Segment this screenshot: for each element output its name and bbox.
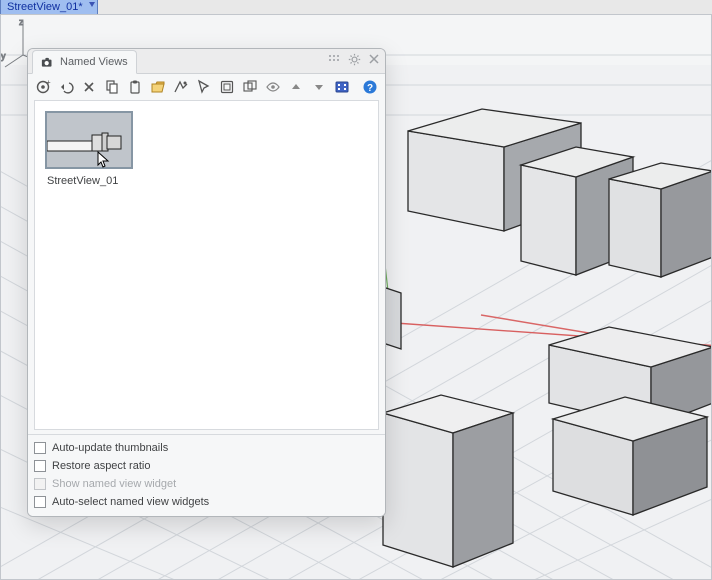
open-folder-button[interactable] [147, 76, 169, 98]
option-auto-update[interactable]: Auto-update thumbnails [34, 439, 379, 456]
undock-grip-icon[interactable] [327, 53, 341, 67]
viewport-name-tab[interactable]: StreetView_01* [0, 0, 98, 15]
help-button[interactable]: ? [359, 76, 381, 98]
move-up-button[interactable] [285, 76, 307, 98]
named-views-list[interactable]: StreetView_01 [34, 100, 379, 430]
visibility-button[interactable] [262, 76, 284, 98]
camera-icon [41, 57, 55, 67]
duplicate-button[interactable] [239, 76, 261, 98]
option-label: Restore aspect ratio [52, 460, 150, 472]
option-label: Auto-update thumbnails [52, 442, 168, 454]
named-view-thumbnail[interactable] [45, 111, 133, 169]
svg-text:+: + [46, 79, 51, 87]
paste-button[interactable] [124, 76, 146, 98]
select-button[interactable] [193, 76, 215, 98]
thumbnail-mode-button[interactable] [331, 76, 353, 98]
new-view-button[interactable]: + [32, 76, 54, 98]
panel-tab-named-views[interactable]: Named Views [32, 50, 137, 74]
cursor-icon [97, 151, 111, 169]
option-label: Auto-select named view widgets [52, 496, 209, 508]
named-view-label: StreetView_01 [45, 175, 153, 187]
undo-button[interactable] [55, 76, 77, 98]
panel-title: Named Views [60, 56, 128, 68]
checkbox-icon[interactable] [34, 496, 46, 508]
option-auto-select-widget[interactable]: Auto-select named view widgets [34, 493, 379, 510]
option-show-widget: Show named view widget [34, 475, 379, 492]
chevron-down-icon [89, 2, 95, 7]
checkbox-icon [34, 478, 46, 490]
copy-button[interactable] [101, 76, 123, 98]
delete-button[interactable] [78, 76, 100, 98]
named-view-item[interactable]: StreetView_01 [45, 111, 153, 187]
option-label: Show named view widget [52, 478, 176, 490]
close-icon[interactable] [367, 53, 381, 67]
panel-titlebar[interactable]: Named Views [28, 49, 385, 74]
save-thumbnail-button[interactable] [216, 76, 238, 98]
named-views-panel: Named Views + [27, 48, 386, 517]
viewport-name-label: StreetView_01* [7, 1, 83, 13]
checkbox-icon[interactable] [34, 442, 46, 454]
panel-options: Auto-update thumbnails Restore aspect ra… [28, 434, 385, 516]
move-down-button[interactable] [308, 76, 330, 98]
checkbox-icon[interactable] [34, 460, 46, 472]
panel-toolbar: + [28, 74, 385, 100]
update-view-button[interactable] [170, 76, 192, 98]
svg-text:?: ? [367, 83, 373, 94]
gear-icon[interactable] [347, 53, 361, 67]
option-restore-aspect[interactable]: Restore aspect ratio [34, 457, 379, 474]
